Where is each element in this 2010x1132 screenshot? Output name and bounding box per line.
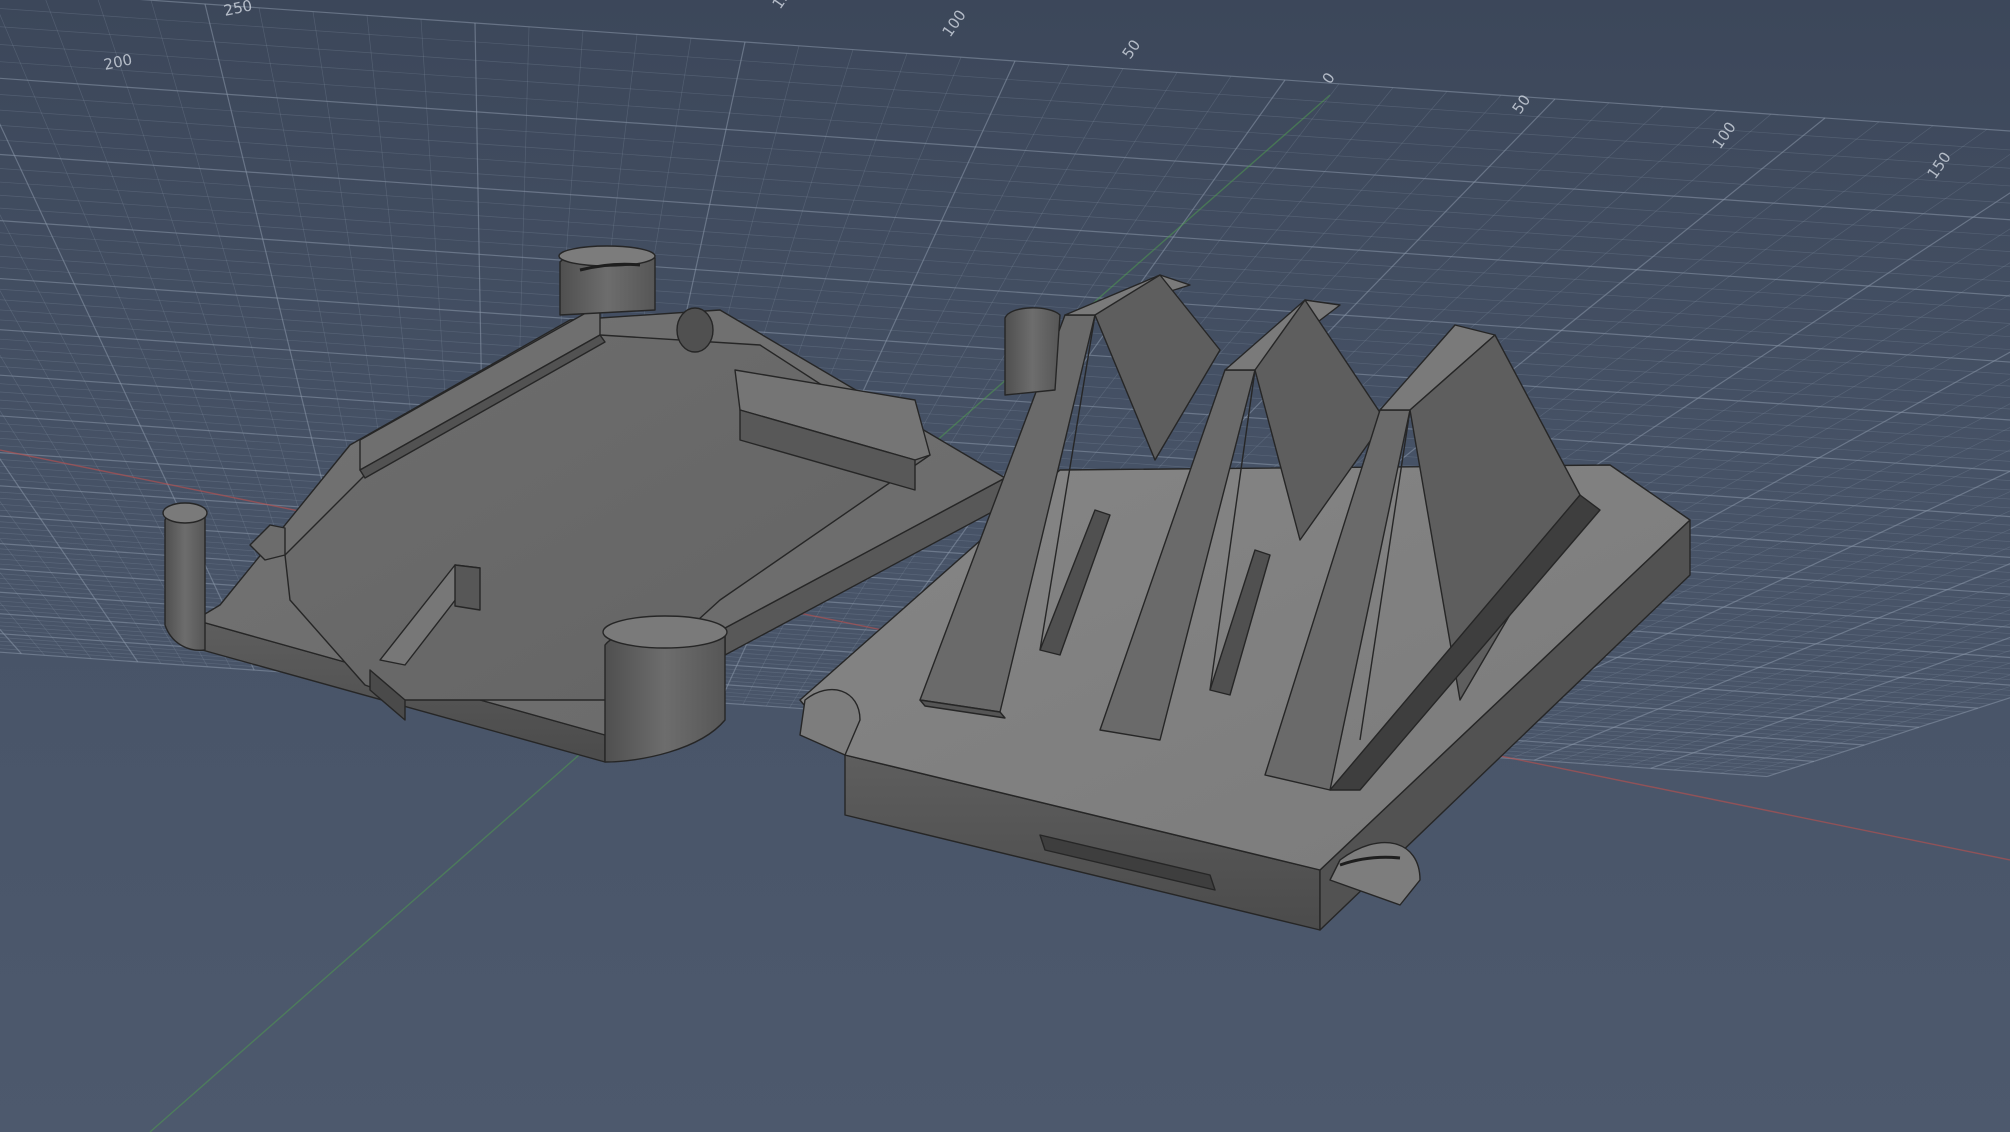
grid-tick-label: 100 — [939, 7, 970, 41]
grid-line — [0, 44, 2010, 187]
left-tray-thumb-notch — [676, 307, 714, 353]
grid-tick-label: 250 — [222, 0, 254, 20]
3d-viewport[interactable]: 25020015010050050100150 — [0, 0, 2010, 1132]
scene-canvas[interactable]: 25020015010050050100150 — [0, 0, 2010, 1132]
grid-tick-labels: 25020015010050050100150 — [102, 0, 1955, 182]
grid-line — [1650, 636, 2010, 769]
grid-line — [1697, 662, 2010, 772]
grid-tick-label: 50 — [1119, 36, 1145, 62]
right-stand-half[interactable] — [799, 274, 1691, 931]
grid-tick-label: 50 — [1509, 91, 1535, 117]
grid-line — [0, 8, 2010, 151]
left-tray-front-block-face — [454, 564, 481, 611]
grid-line — [1766, 697, 2010, 778]
left-tray-left-post — [164, 504, 206, 652]
grid-line — [0, 139, 2010, 282]
grid-tick-label: 200 — [102, 50, 134, 74]
stand-back-post — [1004, 307, 1061, 396]
left-tray-left-tab — [249, 524, 286, 561]
grid-tick-label: 150 — [1924, 149, 1955, 183]
left-tray-back-post-top — [558, 245, 656, 267]
left-tray-left-post-top — [162, 502, 208, 524]
grid-tick-label: 150 — [769, 0, 800, 12]
grid-tick-label: 0 — [1319, 69, 1339, 87]
left-tray-front-post-top — [602, 615, 728, 649]
